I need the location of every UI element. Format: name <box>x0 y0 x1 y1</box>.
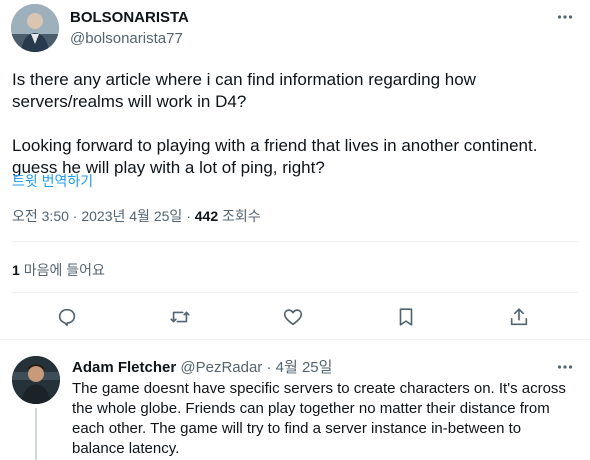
divider <box>0 339 590 340</box>
reply-author-avatar[interactable] <box>12 356 60 404</box>
reply-tweet[interactable]: Adam Fletcher @PezRadar · 4월 25일 The gam… <box>0 342 590 460</box>
reply-date[interactable]: 4월 25일 <box>276 359 333 376</box>
main-tweet: BOLSONARISTA @bolsonarista77 Is there an… <box>0 0 590 340</box>
views-label: 조회수 <box>222 208 261 224</box>
more-options-icon[interactable] <box>554 356 576 378</box>
more-options-icon[interactable] <box>554 6 576 28</box>
author-name[interactable]: BOLSONARISTA <box>70 9 189 26</box>
translate-tweet-link[interactable]: 트윗 번역하기 <box>12 171 93 191</box>
reply-author-name[interactable]: Adam Fletcher <box>72 359 176 376</box>
divider <box>12 241 578 242</box>
views-count: 442 <box>194 208 219 224</box>
reply-text: The game doesnt have specific servers to… <box>72 380 566 457</box>
divider <box>12 292 578 293</box>
reply-icon[interactable] <box>54 304 80 330</box>
action-bar <box>0 304 590 334</box>
likes-count: 1 <box>12 262 20 278</box>
share-icon[interactable] <box>506 304 532 330</box>
tweet-date[interactable]: 2023년 4월 25일 <box>81 208 182 224</box>
author-handle[interactable]: @bolsonarista77 <box>70 30 183 47</box>
reply-author-handle[interactable]: @PezRadar <box>180 359 262 376</box>
reply-header: Adam Fletcher @PezRadar · 4월 25일 <box>72 356 332 377</box>
tweet-meta: 오전 3:50 · 2023년 4월 25일 · 442 조회수 <box>12 208 261 224</box>
thread-line <box>35 408 37 460</box>
retweet-icon[interactable] <box>167 304 193 330</box>
tweet-time[interactable]: 오전 3:50 <box>12 208 69 224</box>
tweet-text: Is there any article where i can find in… <box>12 70 538 177</box>
like-icon[interactable] <box>280 304 306 330</box>
likes-row[interactable]: 1 마음에 들어요 <box>12 260 105 280</box>
reply-separator: · <box>266 359 272 376</box>
author-avatar[interactable] <box>11 4 59 52</box>
bookmark-icon[interactable] <box>393 304 419 330</box>
likes-label: 마음에 들어요 <box>23 262 105 278</box>
